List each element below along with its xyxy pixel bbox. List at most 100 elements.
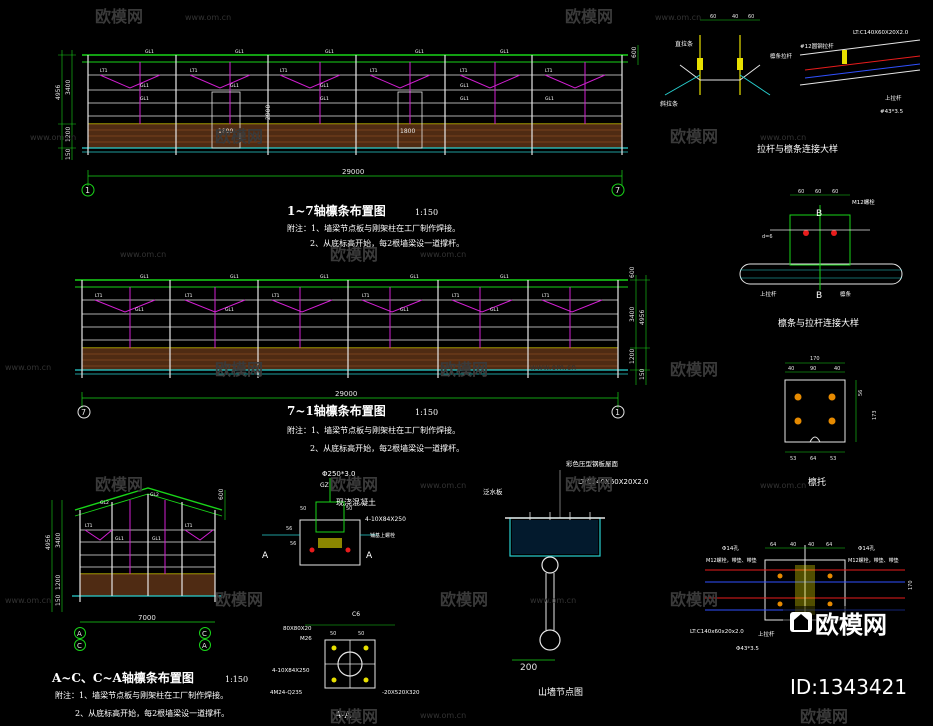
svg-text:GL1: GL1 [140,274,149,280]
svg-text:A: A [202,642,207,650]
svg-text:欧模网: 欧模网 [565,475,613,494]
svg-text:53: 53 [830,456,836,462]
svg-text:www.om.cn: www.om.cn [420,481,466,490]
svg-text:www.om.cn: www.om.cn [120,250,166,259]
svg-text:64: 64 [810,456,816,462]
svg-text:M12螺栓，带垫、带垫: M12螺栓，带垫、带垫 [848,557,899,564]
svg-text:A: A [366,551,373,561]
drawing-scale: 1:150 [415,208,438,217]
svg-text:GL1: GL1 [225,307,234,313]
svg-text:上拉杆: 上拉杆 [760,290,777,298]
svg-text:40: 40 [732,14,738,20]
svg-text:GL1: GL1 [400,307,409,313]
svg-text:LT1: LT1 [185,293,193,299]
svg-text:欧模网: 欧模网 [215,127,263,146]
svg-text:欧模网: 欧模网 [670,127,718,146]
svg-text:LT1: LT1 [362,293,370,299]
svg-text:1200: 1200 [55,575,62,590]
svg-text:GZ: GZ [320,482,329,489]
svg-text:80X80X20: 80X80X20 [283,626,312,632]
svg-text:150: 150 [65,148,72,160]
door-dim-3: 2900 [265,105,272,120]
svg-text:40: 40 [788,366,794,372]
svg-text:56: 56 [290,541,296,547]
svg-text:欧模网: 欧模网 [215,360,263,379]
svg-text:GL1: GL1 [115,536,124,542]
svg-text:90: 90 [810,366,816,372]
svg-text:60: 60 [748,14,754,20]
svg-text:170: 170 [908,580,914,590]
svg-text:www.om.cn: www.om.cn [185,13,231,22]
axis-bubble: 7 [81,408,86,417]
svg-text:GL2: GL2 [150,492,159,498]
svg-text:#43*3.5: #43*3.5 [880,109,904,115]
svg-text:GL1: GL1 [320,96,329,102]
purlin-lines [88,74,622,125]
svg-text:斜拉条: 斜拉条 [660,100,678,108]
svg-text:M12螺栓，带垫、带垫: M12螺栓，带垫、带垫 [706,557,757,564]
axis-bubble: 1 [85,186,90,195]
detail-title: 现浇混凝土 [336,497,376,507]
svg-text:200: 200 [520,663,537,673]
svg-text:56: 56 [858,390,864,396]
detail-title: 拉杆与檩条连接大样 [757,143,838,155]
svg-text:2、从底标高开始，每2根墙梁设一道撑杆。: 2、从底标高开始，每2根墙梁设一道撑杆。 [75,708,229,718]
svg-text:4-10X84X250: 4-10X84X250 [272,668,310,674]
svg-text:170: 170 [810,356,820,362]
svg-text:2、从底标高开始，每2根墙梁设一道撑杆。: 2、从底标高开始，每2根墙梁设一道撑杆。 [310,443,464,453]
svg-text:C: C [77,642,82,650]
cad-drawing-canvas: 1800 1800 2900 GL1 GL1 GL1 GL1 GL1 LT1 LT1 … [5,7,923,726]
svg-text:A: A [77,630,82,638]
drawing-title: A~C、C~A轴檩条布置图 [51,670,194,685]
svg-text:GL1: GL1 [140,83,149,89]
svg-text:50: 50 [358,631,364,637]
svg-text:GL1: GL1 [460,96,469,102]
svg-text:欧模网: 欧模网 [330,475,378,494]
svg-text:LT1: LT1 [545,68,553,74]
svg-text:4956: 4956 [45,535,52,550]
svg-text:60: 60 [710,14,716,20]
svg-text:29000: 29000 [335,390,357,398]
svg-text:4956: 4956 [639,310,646,325]
svg-text:GL1: GL1 [545,96,554,102]
svg-text:d=6: d=6 [762,234,773,240]
svg-text:www.om.cn: www.om.cn [760,133,806,142]
svg-text:Φ14孔: Φ14孔 [722,544,739,552]
detail-section-a-a: 80X80X20 C6 M26 4-10X84X250 4M24-Q235 -2… [270,611,420,721]
svg-text:LT1: LT1 [95,293,103,299]
svg-text:LT:C140X60X20X2.0: LT:C140X60X20X2.0 [853,30,909,36]
svg-text:www.om.cn: www.om.cn [530,363,576,372]
badge-brand: 欧模网 [815,611,887,639]
svg-text:GL1: GL1 [490,307,499,313]
svg-text:50: 50 [300,506,306,512]
svg-text:铺基上螺栓: 铺基上螺栓 [370,532,395,539]
svg-text:附注：1、墙梁节点板与刚架柱在工厂制作焊接。: 附注：1、墙梁节点板与刚架柱在工厂制作焊接。 [287,425,460,435]
svg-text:www.om.cn: www.om.cn [655,13,701,22]
svg-text:-20X520X320: -20X520X320 [382,690,420,696]
svg-text:泛水板: 泛水板 [483,487,503,496]
svg-text:150: 150 [55,594,62,606]
svg-text:50: 50 [346,506,352,512]
svg-text:www.om.cn: www.om.cn [420,250,466,259]
svg-text:www.om.cn: www.om.cn [420,711,466,720]
svg-text:GL1: GL1 [410,274,419,280]
elevation-7-1: GL1 GL1 GL1 GL1 GL1 LT1 LT1 LT1 LT1 LT1 LT1 G… [75,266,650,453]
svg-text:1:150: 1:150 [225,675,248,684]
svg-text:LT1: LT1 [100,68,108,74]
svg-text:欧模网: 欧模网 [95,475,143,494]
brand-badge: 欧模网 ID:1343421 [783,606,923,699]
svg-text:150: 150 [639,368,646,380]
span-dim: 29000 [342,168,364,176]
detail-purlin-rod: 60 60 60 d=6 M12螺栓 上拉杆 B B 檩条 檩条与拉杆连接大样 [739,189,903,329]
svg-text:GL1: GL1 [320,83,329,89]
svg-text:56: 56 [286,526,292,532]
svg-text:4M24-Q235: 4M24-Q235 [270,690,303,696]
axis-bubble: 1 [615,408,620,417]
svg-text:LT1: LT1 [370,68,378,74]
elevation-1-7: 1800 1800 2900 GL1 GL1 GL1 GL1 GL1 LT1 LT1 … [55,45,639,248]
svg-text:www.om.cn: www.om.cn [530,596,576,605]
svg-text:欧模网: 欧模网 [440,360,488,379]
svg-text:53: 53 [790,456,796,462]
svg-text:LT:C140x60x20x2.0: LT:C140x60x20x2.0 [690,629,744,635]
svg-text:欧模网: 欧模网 [215,590,263,609]
